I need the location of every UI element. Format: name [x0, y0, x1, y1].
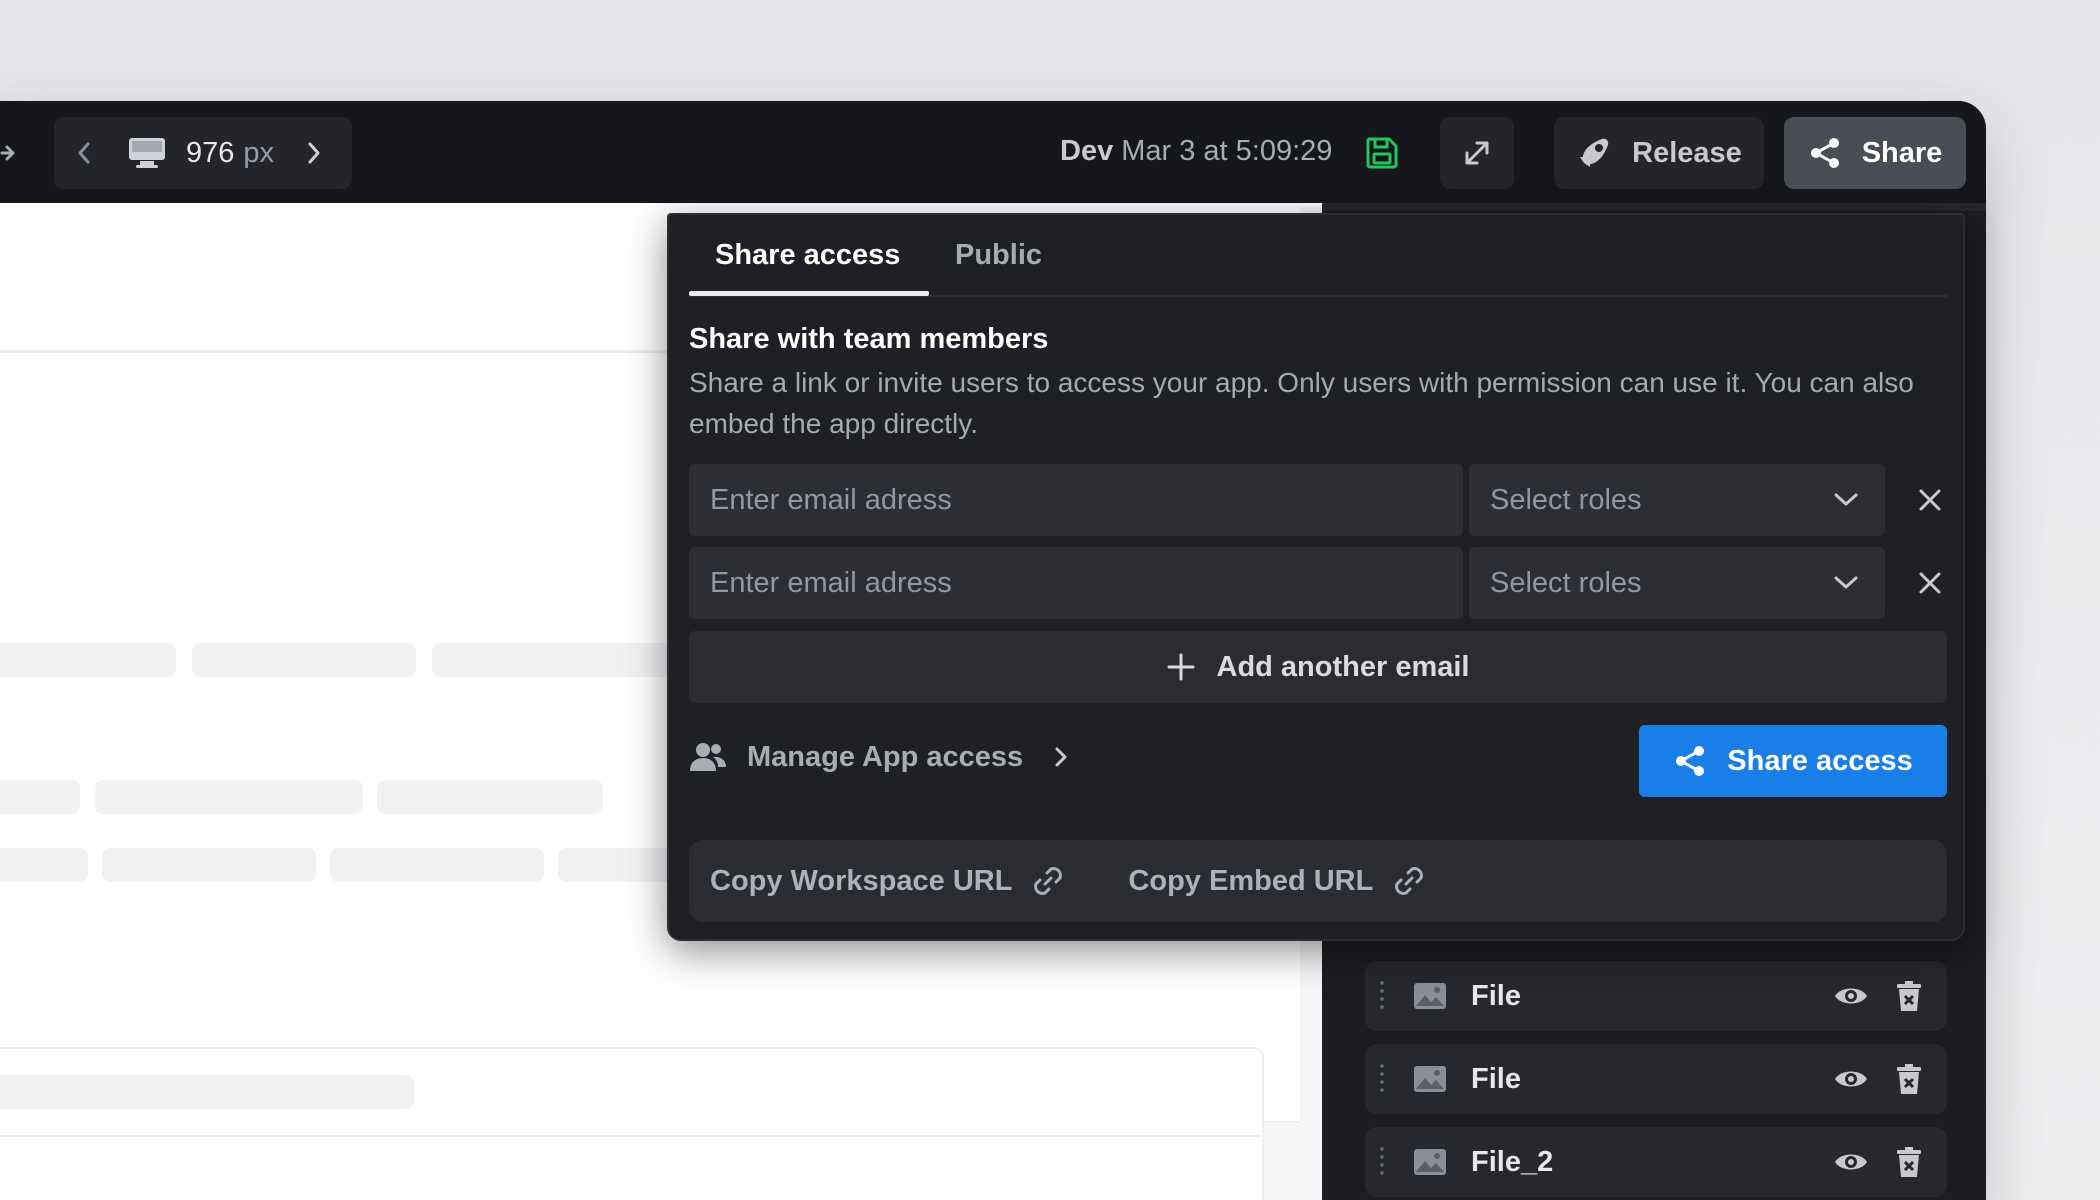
remove-row-button[interactable] — [1907, 477, 1953, 523]
remove-row-button[interactable] — [1907, 560, 1953, 606]
tab-public[interactable]: Public — [955, 239, 1042, 272]
viewport-width-value: 976 — [186, 136, 235, 169]
skeleton-bar — [0, 1075, 414, 1109]
save-icon — [1366, 137, 1398, 169]
list-item[interactable]: File — [1365, 961, 1947, 1031]
file-name: File — [1471, 1062, 1521, 1095]
manage-app-access-link[interactable]: Manage App access — [689, 727, 1069, 787]
expand-icon — [1465, 141, 1489, 165]
skeleton-bar — [0, 643, 176, 677]
email-input[interactable]: Enter email adress — [689, 547, 1463, 619]
list-item[interactable]: File_2 — [1365, 1127, 1947, 1197]
share-icon — [1810, 138, 1839, 168]
section-title: Share with team members — [689, 323, 1049, 355]
share-access-button[interactable]: Share access — [1639, 725, 1947, 797]
image-icon — [1414, 1149, 1446, 1175]
add-email-button[interactable]: Add another email — [689, 631, 1947, 703]
delete-button[interactable] — [1889, 1059, 1929, 1099]
skeleton-bar — [0, 848, 88, 882]
chevron-right-icon[interactable] — [304, 138, 324, 168]
viewport-switcher: 976 px — [54, 117, 352, 189]
panel-edge — [1322, 203, 1986, 211]
add-email-label: Add another email — [1216, 650, 1470, 683]
share-popover: Share access Public Share with team memb… — [667, 213, 1965, 941]
copy-embed-url-label: Copy Embed URL — [1128, 864, 1374, 897]
viewport-width-unit: px — [243, 136, 275, 169]
skeleton-bar — [432, 643, 672, 677]
role-select[interactable]: Select roles — [1469, 547, 1885, 619]
drag-handle-icon[interactable] — [1379, 979, 1385, 1013]
close-icon — [1919, 572, 1941, 594]
drag-handle-icon[interactable] — [1379, 1145, 1385, 1179]
email-placeholder: Enter email adress — [710, 483, 952, 516]
visibility-toggle[interactable] — [1831, 1059, 1871, 1099]
link-icon — [1034, 867, 1063, 895]
share-access-label: Share access — [1727, 744, 1913, 777]
share-tabs: Share access Public — [689, 215, 1947, 297]
eye-icon — [1835, 1154, 1867, 1170]
skeleton-bar — [330, 848, 544, 882]
row-divider — [0, 1135, 1266, 1137]
copy-embed-url-button[interactable]: Copy Embed URL — [1128, 863, 1427, 899]
active-tab-indicator — [689, 291, 929, 296]
trash-icon — [1897, 981, 1921, 1011]
top-toolbar: 976 px Dev Mar 3 at 5:09:29 Release Shar… — [0, 101, 1986, 203]
role-placeholder: Select roles — [1490, 483, 1642, 516]
skeleton-bar — [558, 848, 678, 882]
share-icon — [1676, 746, 1705, 776]
tab-share-access[interactable]: Share access — [715, 239, 900, 272]
file-name: File_2 — [1471, 1145, 1554, 1178]
chevron-down-icon — [1834, 493, 1858, 506]
email-placeholder: Enter email adress — [710, 566, 952, 599]
skeleton-bar — [192, 643, 416, 677]
copy-workspace-url-button[interactable]: Copy Workspace URL — [710, 863, 1066, 899]
close-icon — [1919, 489, 1941, 511]
drag-handle-icon[interactable] — [1379, 1062, 1385, 1096]
chevron-right-icon — [1055, 747, 1067, 767]
skeleton-bar — [377, 780, 603, 814]
visibility-toggle[interactable] — [1831, 976, 1871, 1016]
trash-icon — [1897, 1147, 1921, 1177]
link-icon — [1395, 867, 1424, 895]
canvas-card-lower — [0, 1047, 1266, 1200]
users-icon — [690, 743, 726, 771]
share-button[interactable]: Share — [1784, 117, 1966, 189]
rocket-icon — [1580, 138, 1609, 167]
env-label: Dev — [1060, 135, 1114, 167]
skeleton-bar — [0, 780, 80, 814]
save-status: Dev Mar 3 at 5:09:29 — [1060, 135, 1332, 168]
email-input[interactable]: Enter email adress — [689, 464, 1463, 536]
skeleton-bar — [102, 848, 316, 882]
chevron-left-icon[interactable] — [74, 138, 94, 168]
eye-icon — [1835, 1071, 1867, 1087]
chevron-down-icon — [1834, 576, 1858, 589]
manage-access-label: Manage App access — [747, 740, 1024, 773]
delete-button[interactable] — [1889, 1142, 1929, 1182]
image-icon — [1414, 1066, 1446, 1092]
saved-timestamp: Mar 3 at 5:09:29 — [1121, 135, 1333, 167]
plus-icon — [1167, 653, 1194, 681]
exit-arrow-icon[interactable] — [0, 139, 16, 167]
section-description: Share a link or invite users to access y… — [689, 367, 1914, 439]
visibility-toggle[interactable] — [1831, 1142, 1871, 1182]
delete-button[interactable] — [1889, 976, 1929, 1016]
monitor-icon — [129, 138, 165, 168]
copy-url-bar: Copy Workspace URL Copy Embed URL — [689, 840, 1947, 922]
image-icon — [1414, 983, 1446, 1009]
list-item[interactable]: File — [1365, 1044, 1947, 1114]
eye-icon — [1835, 988, 1867, 1004]
copy-workspace-url-label: Copy Workspace URL — [710, 864, 1013, 897]
trash-icon — [1897, 1064, 1921, 1094]
role-placeholder: Select roles — [1490, 566, 1642, 599]
release-button[interactable]: Release — [1554, 117, 1764, 189]
skeleton-bar — [95, 780, 363, 814]
role-select[interactable]: Select roles — [1469, 464, 1885, 536]
share-label: Share — [1861, 136, 1943, 169]
expand-button[interactable] — [1440, 117, 1514, 189]
release-label: Release — [1632, 136, 1742, 169]
file-name: File — [1471, 979, 1521, 1012]
